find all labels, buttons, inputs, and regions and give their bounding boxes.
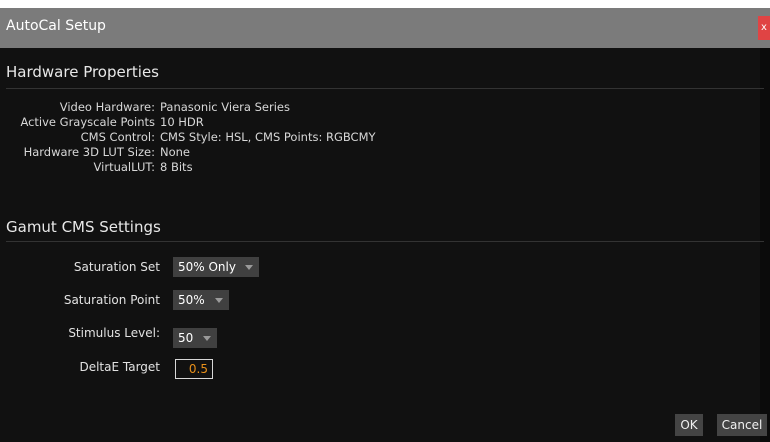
saturation-set-dropdown[interactable]: 50% Only — [173, 257, 259, 277]
gamut-divider — [6, 241, 764, 242]
scrollbar[interactable] — [760, 48, 770, 442]
chevron-down-icon — [245, 265, 253, 270]
video-hardware-value: Panasonic Viera Series — [160, 100, 290, 114]
grayscale-points-label: Active Grayscale Points — [20, 115, 155, 129]
cms-control-label: CMS Control: — [80, 130, 155, 144]
close-button[interactable]: x — [758, 16, 770, 40]
stimulus-level-value: 50 — [178, 331, 194, 345]
title-bar[interactable]: AutoCal Setup x — [0, 8, 770, 48]
stimulus-level-dropdown[interactable]: 50 — [173, 328, 217, 348]
gamut-cms-heading: Gamut CMS Settings — [6, 218, 161, 236]
virtuallut-label: VirtualLUT: — [93, 160, 155, 174]
chevron-down-icon — [203, 336, 211, 341]
saturation-point-dropdown[interactable]: 50% — [173, 290, 229, 310]
chevron-down-icon — [215, 298, 223, 303]
virtuallut-value: 8 Bits — [160, 160, 193, 174]
deltae-target-input[interactable] — [175, 359, 213, 379]
cancel-button[interactable]: Cancel — [717, 414, 767, 436]
hardware-properties-heading: Hardware Properties — [6, 63, 159, 81]
ok-button[interactable]: OK — [675, 414, 703, 436]
lut-size-value: None — [160, 145, 191, 159]
cms-control-value: CMS Style: HSL, CMS Points: RGBCMY — [160, 130, 376, 144]
autocal-setup-dialog: AutoCal Setup x Hardware Properties Vide… — [0, 8, 770, 442]
saturation-set-label: Saturation Set — [73, 260, 160, 274]
hardware-divider — [6, 88, 764, 89]
video-hardware-label: Video Hardware: — [59, 100, 155, 114]
saturation-point-value: 50% — [178, 293, 205, 307]
lut-size-label: Hardware 3D LUT Size: — [23, 145, 155, 159]
grayscale-points-value: 10 HDR — [160, 115, 204, 129]
stimulus-level-label: Stimulus Level: — [68, 326, 160, 340]
deltae-target-label: DeltaE Target — [79, 360, 160, 374]
window-title: AutoCal Setup — [6, 18, 106, 34]
saturation-point-label: Saturation Point — [63, 293, 160, 307]
saturation-set-value: 50% Only — [178, 260, 236, 274]
